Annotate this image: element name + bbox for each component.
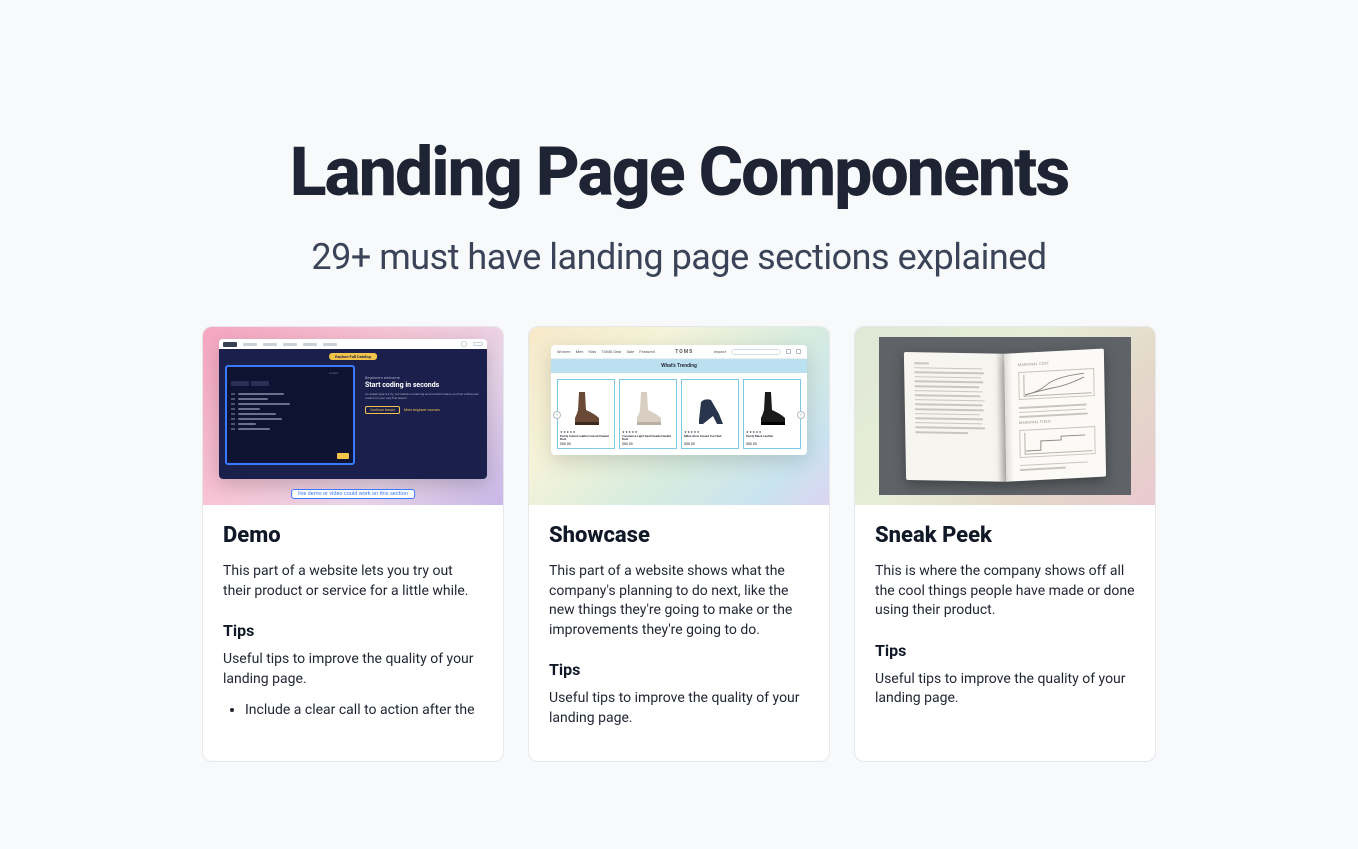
demo-topbar	[219, 339, 487, 349]
demo-login-button	[473, 342, 483, 346]
card-sneak-peek-tips-lead: Useful tips to improve the quality of yo…	[875, 670, 1135, 709]
book-photo: MARGINAL COST MARGINAL FIELD	[879, 337, 1131, 495]
carousel-prev-icon: ‹	[553, 411, 561, 419]
card-demo-body: Demo This part of a website lets you try…	[203, 505, 503, 741]
cards-grid: Explore Full Catalog Output	[202, 326, 1156, 762]
heel-icon	[689, 384, 731, 428]
demo-nav-item	[323, 343, 337, 346]
demo-hero: Explore Full Catalog Output	[219, 349, 487, 479]
card-showcase-body: Showcase This part of a website shows wh…	[529, 505, 829, 761]
boot-icon	[565, 384, 607, 428]
page-title: Landing Page Components	[0, 138, 1358, 206]
demo-nav-item	[303, 343, 317, 346]
demo-nav-item	[263, 343, 277, 346]
shop-search-input	[731, 349, 781, 355]
book-chart-1	[1018, 368, 1094, 400]
card-sneak-peek[interactable]: MARGINAL COST MARGINAL FIELD	[854, 326, 1156, 762]
card-sneak-peek-tips-heading: Tips	[875, 641, 1135, 660]
product-card: ★★★★★Everly Black Leather$80.00	[743, 379, 801, 449]
card-demo-tips-lead: Useful tips to improve the quality of yo…	[223, 650, 483, 689]
shop-nav-item: Kids	[588, 349, 596, 354]
demo-eyebrow: Beginners welcome	[365, 375, 479, 380]
shop-brand-logo: TOMS	[675, 349, 693, 355]
demo-copy: Beginners welcome Start coding in second…	[365, 375, 479, 414]
demo-secondary-link: More beginner courses	[404, 408, 440, 412]
book-chart-2	[1019, 426, 1095, 458]
card-demo-title: Demo	[223, 523, 483, 548]
page-subtitle: 29+ must have landing page sections expl…	[0, 236, 1358, 278]
card-showcase-title: Showcase	[549, 523, 809, 548]
card-demo-description: This part of a website lets you try out …	[223, 562, 483, 601]
shop-nav-item: Men	[576, 349, 584, 354]
card-showcase[interactable]: Women Men Kids TOMS Gear Sale Featured T…	[528, 326, 830, 762]
demo-paragraph: Go ahead, give it a try. Our hands-on le…	[365, 393, 479, 401]
carousel-next-icon: ›	[797, 411, 805, 419]
card-showcase-tips-heading: Tips	[549, 660, 809, 679]
card-demo[interactable]: Explore Full Catalog Output	[202, 326, 504, 762]
demo-primary-button: Continue lesson	[365, 406, 400, 414]
card-showcase-tips-lead: Useful tips to improve the quality of yo…	[549, 689, 809, 728]
boot-icon	[627, 384, 669, 428]
product-card: ★★★★★Everly Cutout Leather Cutout Heeled…	[557, 379, 615, 449]
card-demo-tips-list: Include a clear call to action after the	[223, 701, 483, 721]
shop-product-row: ‹ › ★★★★★Everly Cutout Leather Cutout He…	[551, 373, 807, 455]
card-showcase-thumbnail: Women Men Kids TOMS Gear Sale Featured T…	[529, 327, 829, 505]
card-sneak-peek-title: Sneak Peek	[875, 523, 1135, 548]
card-demo-thumbnail: Explore Full Catalog Output	[203, 327, 503, 505]
shop-topbar: Women Men Kids TOMS Gear Sale Featured T…	[551, 345, 807, 359]
user-icon	[786, 349, 791, 354]
card-demo-tips-heading: Tips	[223, 621, 483, 640]
product-name: Everly Black Leather	[746, 435, 798, 441]
demo-output-label: Output	[329, 371, 349, 375]
shop-nav-item: Sale	[627, 349, 635, 354]
book-chart-label: MARGINAL FIELD	[1019, 417, 1095, 425]
demo-logo	[223, 342, 237, 347]
book-page-right: MARGINAL COST MARGINAL FIELD	[1004, 349, 1106, 482]
product-price: $80.00	[684, 442, 736, 446]
shop-nav-item: Women	[557, 349, 571, 354]
book-page-left	[904, 352, 1006, 482]
demo-nav-item	[243, 343, 257, 346]
demo-run-button	[337, 453, 349, 459]
demo-code-editor: Output	[225, 365, 355, 465]
product-card: ★★★★★Constance Light Sand Suede Heeled B…	[619, 379, 677, 449]
demo-annotation-pill: live demo or video could work on this se…	[291, 489, 415, 499]
product-name: Everly Cutout Leather Cutout Heeled Boot	[560, 435, 612, 441]
demo-cta-pill: Explore Full Catalog	[329, 353, 377, 360]
bag-icon	[796, 349, 801, 354]
card-demo-tip-item: Include a clear call to action after the	[245, 701, 483, 721]
demo-headline: Start coding in seconds	[365, 382, 479, 390]
book-chart-label: MARGINAL COST	[1018, 359, 1094, 367]
card-sneak-peek-body: Sneak Peek This is where the company sho…	[855, 505, 1155, 741]
product-card: ★★★★★Milan Glow Closed Toe Heel$80.00	[681, 379, 739, 449]
shop-impact-link: Impact	[714, 349, 726, 354]
demo-browser-window: Explore Full Catalog Output	[219, 339, 487, 479]
search-icon	[461, 341, 467, 347]
open-book: MARGINAL COST MARGINAL FIELD	[904, 350, 1106, 481]
demo-nav-item	[283, 343, 297, 346]
card-sneak-peek-description: This is where the company shows off all …	[875, 562, 1135, 621]
card-showcase-description: This part of a website shows what the co…	[549, 562, 809, 640]
product-price: $80.00	[746, 442, 798, 446]
shop-nav-item: Featured	[639, 349, 655, 354]
product-price: $80.00	[560, 442, 612, 446]
shop-browser-window: Women Men Kids TOMS Gear Sale Featured T…	[551, 345, 807, 455]
shop-nav-item: TOMS Gear	[601, 349, 621, 354]
product-price: $80.00	[622, 442, 674, 446]
boot-icon	[751, 384, 793, 428]
product-name: Constance Light Sand Suede Heeled Boot	[622, 435, 674, 441]
card-sneak-peek-thumbnail: MARGINAL COST MARGINAL FIELD	[855, 327, 1155, 505]
product-name: Milan Glow Closed Toe Heel	[684, 435, 736, 441]
shop-banner: What's Trending	[551, 359, 807, 373]
